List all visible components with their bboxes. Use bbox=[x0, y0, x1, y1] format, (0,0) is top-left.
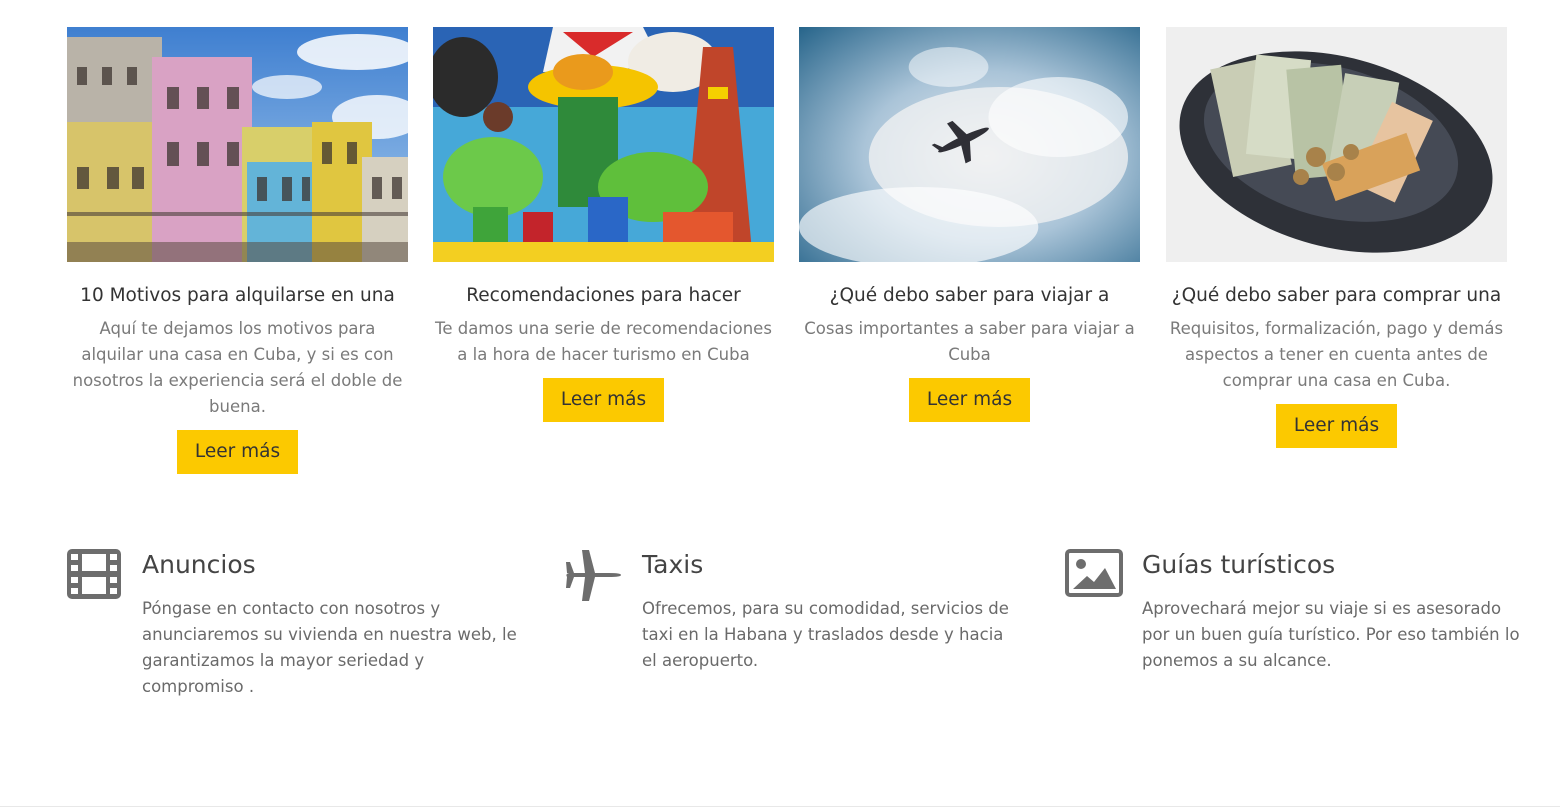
plane-icon bbox=[566, 550, 621, 601]
read-more-button[interactable]: Leer más bbox=[176, 430, 299, 474]
post-card: ¿Qué debo saber para comprar una Requisi… bbox=[1166, 27, 1507, 448]
services-section: Anuncios Póngase en contacto con nosotro… bbox=[0, 540, 1560, 740]
post-image-cuban-mural[interactable] bbox=[433, 27, 774, 262]
read-more-button[interactable]: Leer más bbox=[1275, 404, 1398, 448]
post-excerpt: Cosas importantes a saber para viajar a … bbox=[804, 319, 1135, 364]
post-excerpt: Te damos una serie de recomendaciones a … bbox=[435, 319, 772, 364]
read-more-button[interactable]: Leer más bbox=[908, 378, 1031, 422]
post-image-cap-with-money[interactable] bbox=[1166, 27, 1507, 262]
service-description: Aprovechará mejor su viaje si es asesora… bbox=[1142, 599, 1520, 670]
post-title[interactable]: ¿Qué debo saber para comprar una bbox=[1166, 284, 1507, 308]
image-icon bbox=[1065, 549, 1123, 597]
section-divider bbox=[0, 806, 1560, 807]
service-title: Anuncios bbox=[142, 550, 256, 579]
read-more-button[interactable]: Leer más bbox=[542, 378, 665, 422]
blog-posts-grid: 10 Motivos para alquilarse en una Aquí t… bbox=[0, 0, 1560, 480]
post-title[interactable]: ¿Qué debo saber para viajar a bbox=[799, 284, 1140, 308]
post-title[interactable]: 10 Motivos para alquilarse en una bbox=[67, 284, 408, 308]
post-excerpt: Aquí te dejamos los motivos para alquila… bbox=[72, 319, 403, 416]
service-title: Guías turísticos bbox=[1142, 550, 1336, 579]
post-card: 10 Motivos para alquilarse en una Aquí t… bbox=[67, 27, 408, 474]
post-excerpt: Requisitos, formalización, pago y demás … bbox=[1169, 319, 1504, 390]
post-card: ¿Qué debo saber para viajar a Cosas impo… bbox=[799, 27, 1140, 422]
post-title[interactable]: Recomendaciones para hacer bbox=[433, 284, 774, 308]
service-description: Ofrecemos, para su comodidad, servicios … bbox=[642, 599, 1009, 670]
post-card: Recomendaciones para hacer Te damos una … bbox=[433, 27, 774, 422]
post-image-airplane-sky[interactable] bbox=[799, 27, 1140, 262]
film-icon bbox=[67, 549, 121, 599]
service-description: Póngase en contacto con nosotros y anunc… bbox=[142, 599, 517, 696]
post-image-havana-buildings[interactable] bbox=[67, 27, 408, 262]
service-title: Taxis bbox=[642, 550, 704, 579]
